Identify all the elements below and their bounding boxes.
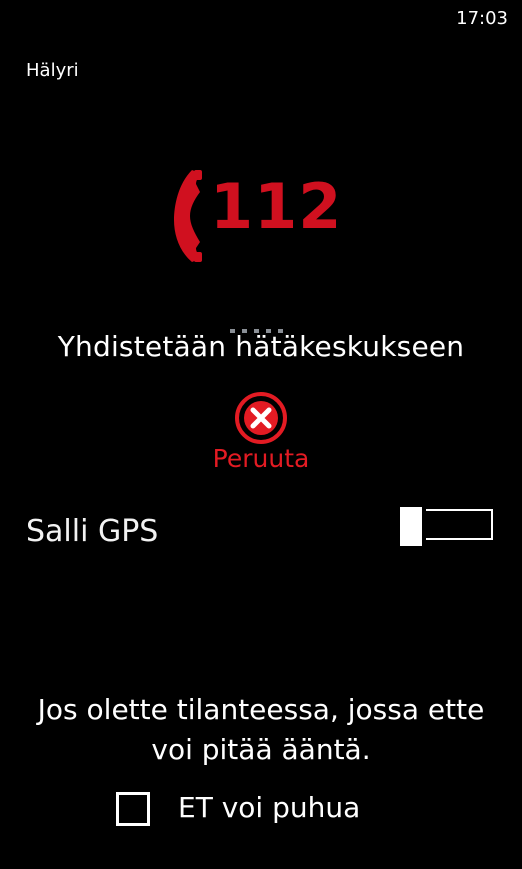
checkbox-box[interactable] — [116, 792, 150, 826]
phone-handset-icon — [174, 170, 202, 262]
cancel-button[interactable]: Peruuta — [200, 390, 322, 480]
status-time: 17:03 — [456, 8, 508, 29]
gps-toggle[interactable] — [400, 507, 497, 546]
gps-label: Salli GPS — [26, 514, 159, 549]
close-circle-icon — [235, 392, 287, 444]
toggle-thumb[interactable] — [400, 507, 422, 546]
cancel-label: Peruuta — [212, 444, 310, 473]
app-title: Hälyri — [26, 60, 79, 81]
progress-dots — [230, 318, 292, 333]
logo-number: 112 — [210, 170, 343, 243]
info-text: Jos olette tilanteessa, jossa ette voi p… — [0, 690, 522, 770]
info-line-2: voi pitää ääntä. — [151, 733, 371, 766]
connecting-status: Yhdistetään hätäkeskukseen — [57, 330, 465, 363]
info-line-1: Jos olette tilanteessa, jossa ette — [37, 693, 485, 726]
cant-speak-label: ET voi puhua — [178, 791, 361, 824]
emergency-112-logo: 112 — [172, 166, 358, 266]
toggle-track — [424, 509, 493, 540]
